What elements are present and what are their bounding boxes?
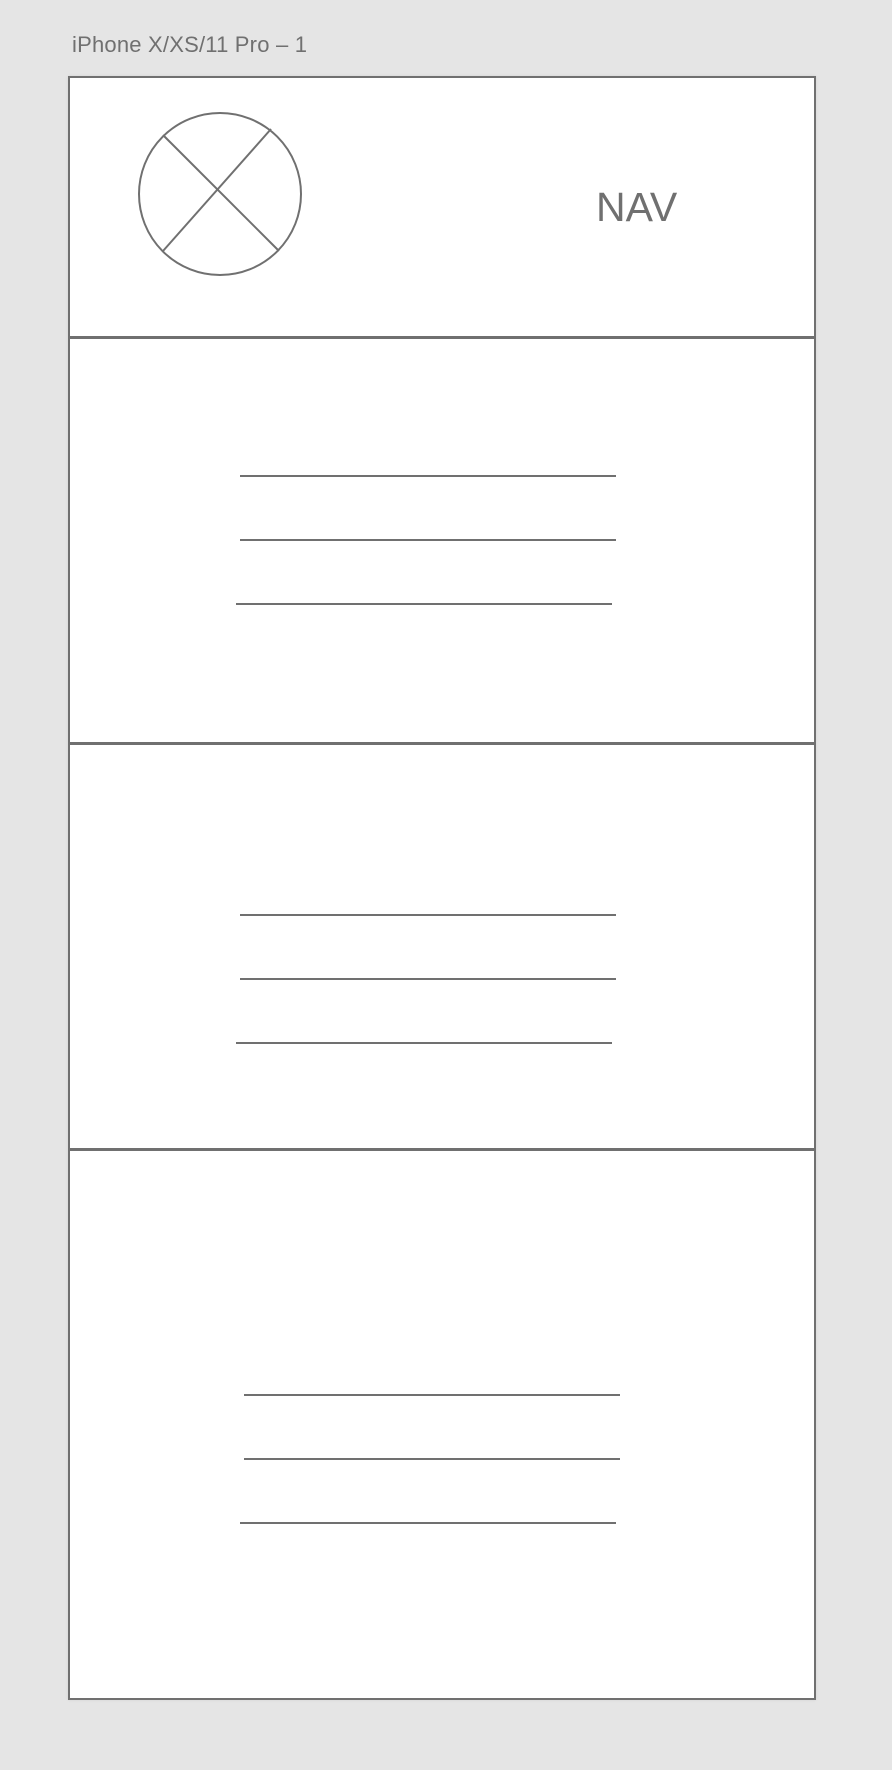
- text-line-placeholder: [240, 539, 616, 541]
- text-line-placeholder: [240, 978, 616, 980]
- iphone-artboard: NAV: [68, 76, 816, 1700]
- artboard-title: iPhone X/XS/11 Pro – 1: [72, 32, 308, 57]
- text-line-placeholder: [236, 603, 612, 605]
- header-section: NAV: [70, 78, 814, 336]
- text-line-placeholder: [240, 914, 616, 916]
- nav-label[interactable]: NAV: [596, 187, 677, 228]
- image-placeholder-icon[interactable]: [137, 111, 303, 277]
- text-line-placeholder: [240, 475, 616, 477]
- text-line-placeholder: [240, 1522, 616, 1524]
- text-line-placeholder: [244, 1458, 620, 1460]
- content-section-3: [70, 1151, 814, 1698]
- content-section-2: [70, 745, 814, 1150]
- content-section-1: [70, 339, 814, 744]
- text-line-placeholder: [244, 1394, 620, 1396]
- text-line-placeholder: [236, 1042, 612, 1044]
